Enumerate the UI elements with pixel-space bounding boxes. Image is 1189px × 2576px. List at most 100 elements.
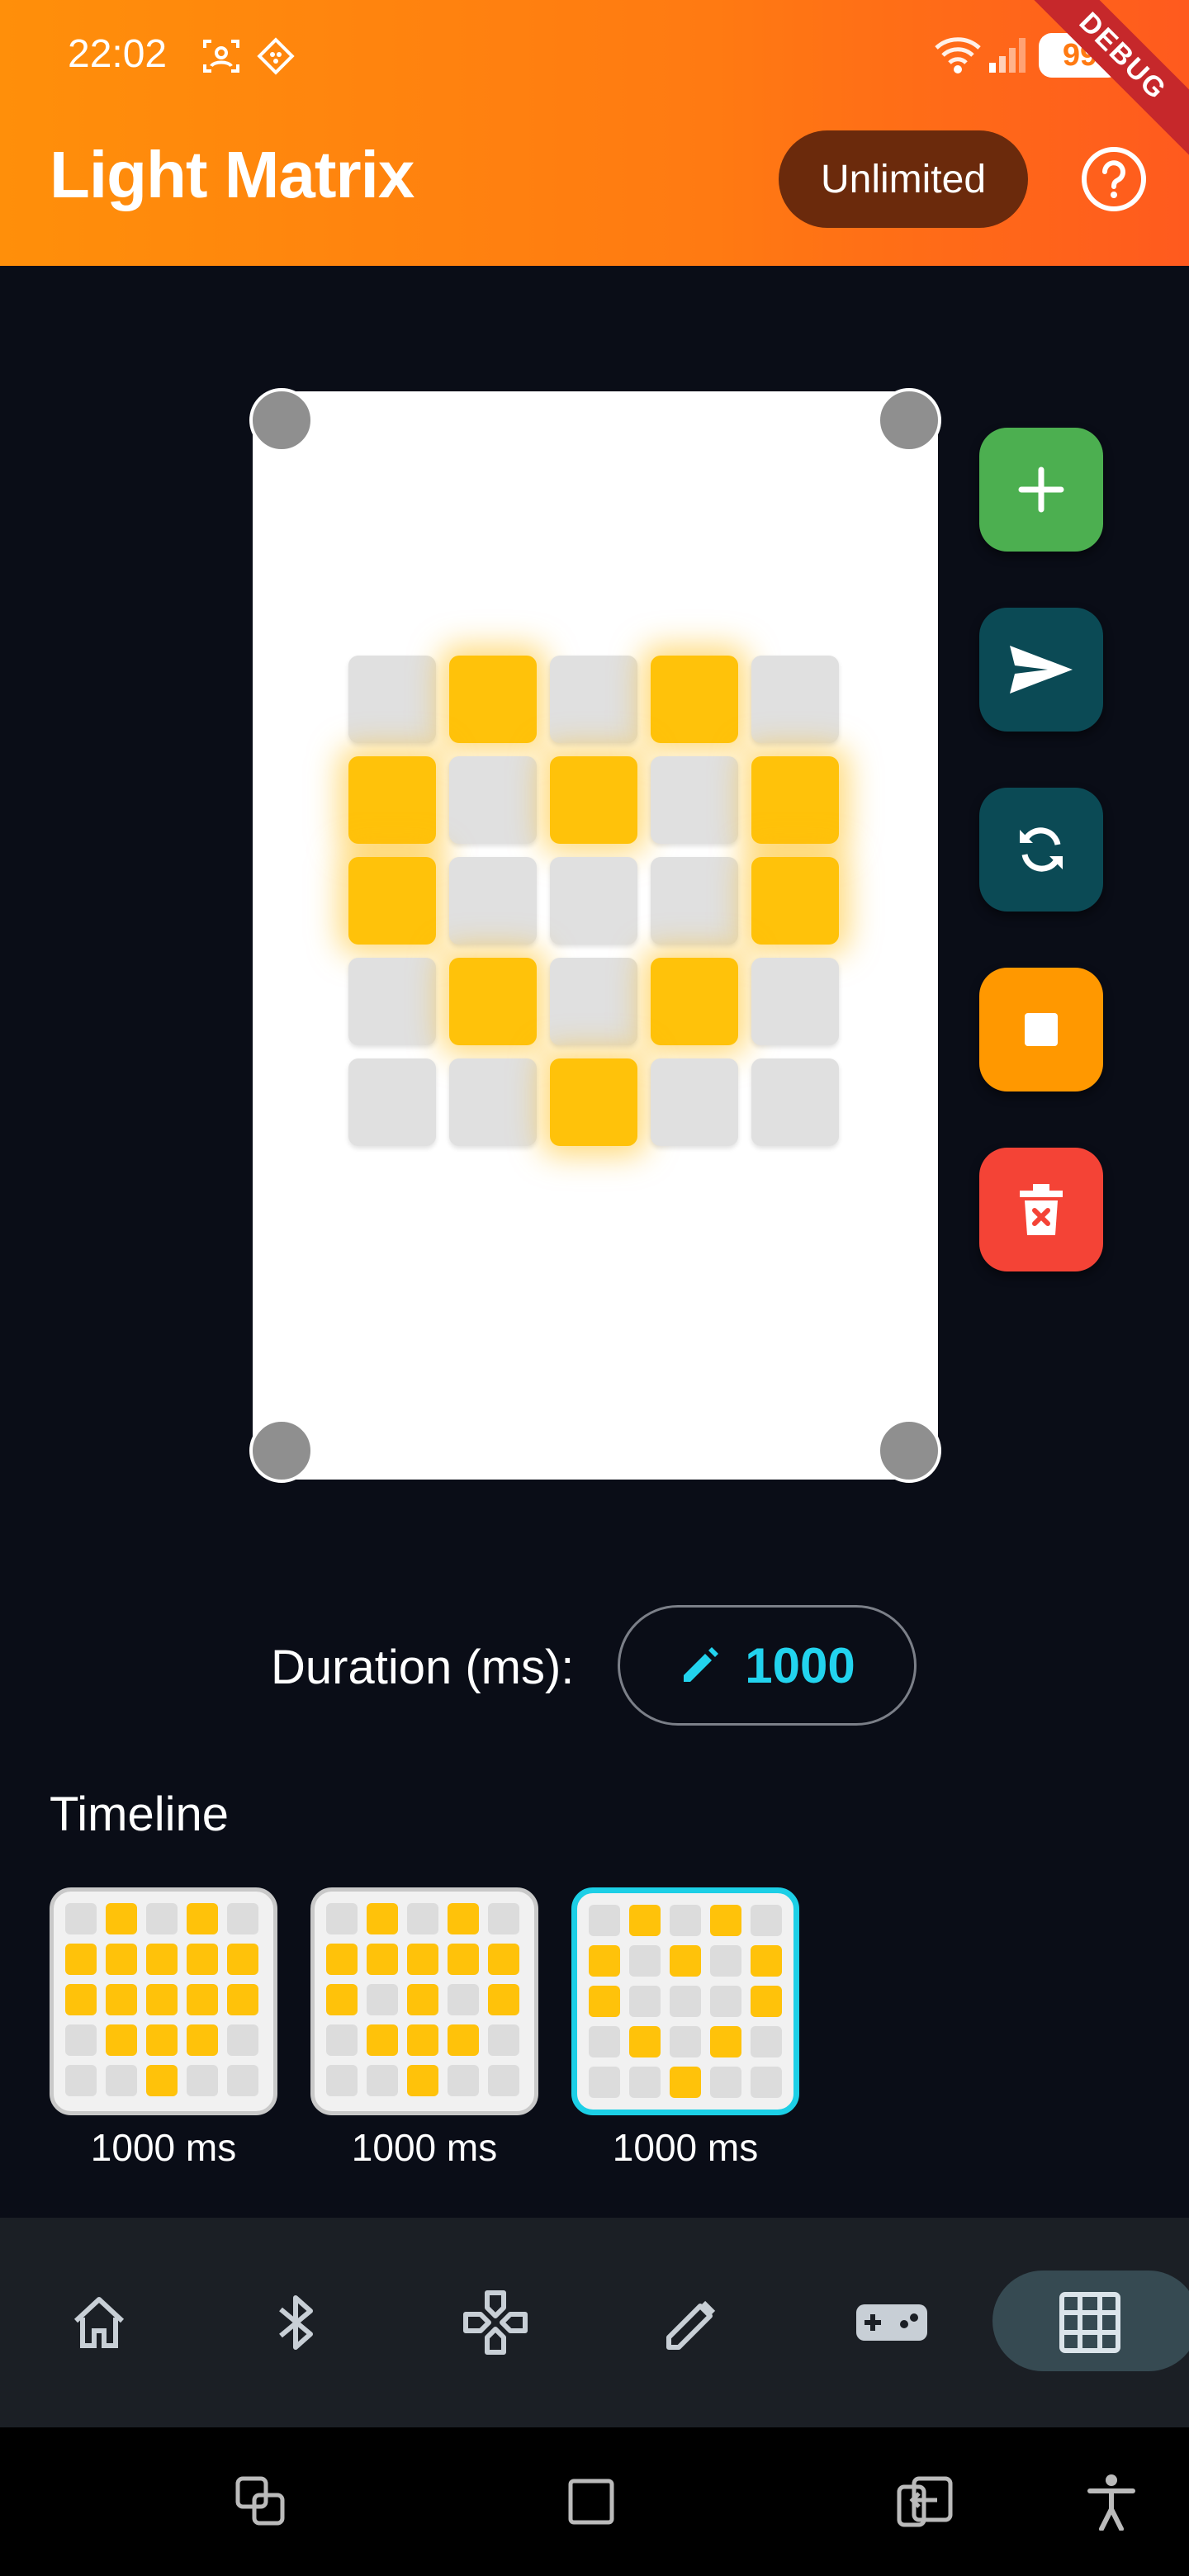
timeline-frame-2[interactable] <box>310 1887 538 2115</box>
system-home-button[interactable] <box>542 2427 641 2576</box>
timeline-title: Timeline <box>50 1788 230 1841</box>
recent-apps-icon <box>235 2476 285 2526</box>
app-header: 22:02 99 DEBUG Light Matrix Unlimited <box>0 0 1189 266</box>
frame-cell <box>326 1903 358 1934</box>
system-back-button[interactable] <box>875 2427 974 2576</box>
frame-cell <box>710 2067 741 2098</box>
frame-cell <box>326 2065 358 2096</box>
frame-cell <box>710 1905 741 1936</box>
frame-cell <box>367 1944 398 1975</box>
timeline-frame-duration: 1000 ms <box>90 2126 237 2169</box>
frame-cell <box>710 2026 741 2057</box>
led-cell-r2-c4[interactable] <box>751 857 839 945</box>
frame-cell <box>146 1984 178 2015</box>
timeline-frame-1[interactable] <box>50 1887 277 2115</box>
dpad-icon <box>463 2290 528 2355</box>
led-cell-r1-c1[interactable] <box>449 756 537 844</box>
frame-cell <box>629 1986 661 2017</box>
frame-cell <box>407 1944 438 1975</box>
delete-button[interactable] <box>979 1148 1103 1271</box>
frame-cell <box>448 1984 479 2015</box>
frame-cell <box>448 1944 479 1975</box>
led-cell-r2-c1[interactable] <box>449 857 537 945</box>
timeline-frame-duration: 1000 ms <box>351 2126 498 2169</box>
frame-cell <box>488 1903 519 1934</box>
led-cell-r3-c1[interactable] <box>449 958 537 1045</box>
frame-cell <box>106 2065 137 2096</box>
frame-cell <box>629 2067 661 2098</box>
frame-cell <box>751 2067 782 2098</box>
duration-edit-button[interactable]: 1000 <box>618 1605 917 1726</box>
frame-cell <box>589 2067 620 2098</box>
led-cell-r1-c2[interactable] <box>550 756 637 844</box>
frame-cell <box>106 1984 137 2015</box>
plan-badge[interactable]: Unlimited <box>779 130 1028 228</box>
led-cell-r0-c4[interactable] <box>751 656 839 743</box>
add-frame-button[interactable] <box>979 428 1103 552</box>
send-button[interactable] <box>979 608 1103 732</box>
led-cell-r2-c0[interactable] <box>348 857 436 945</box>
led-cell-r3-c4[interactable] <box>751 958 839 1045</box>
led-cell-r2-c2[interactable] <box>550 857 637 945</box>
frame-cell <box>629 1945 661 1977</box>
nav-dpad[interactable] <box>429 2218 561 2427</box>
frame-cell <box>106 1903 137 1934</box>
nav-matrix[interactable] <box>1024 2218 1156 2427</box>
frame-cell <box>187 1944 218 1975</box>
accessibility-button[interactable] <box>1062 2427 1161 2576</box>
frame-cell <box>407 1984 438 2015</box>
led-cell-r1-c0[interactable] <box>348 756 436 844</box>
bottom-navigation <box>0 2218 1189 2427</box>
frame-cell <box>187 1903 218 1934</box>
pencil-icon <box>684 1647 719 1682</box>
stop-button[interactable] <box>979 968 1103 1091</box>
home-icon <box>73 2297 125 2348</box>
frame-cell <box>751 1945 782 1977</box>
frame-cell <box>326 1944 358 1975</box>
system-navigation-bar <box>0 2427 1189 2576</box>
help-circle-icon[interactable] <box>1080 145 1148 213</box>
frame-cell <box>367 1984 398 2015</box>
nav-bluetooth[interactable] <box>230 2218 362 2427</box>
led-cell-r2-c3[interactable] <box>651 857 738 945</box>
frame-cell <box>448 1903 479 1934</box>
frame-cell <box>448 2024 479 2056</box>
led-cell-r0-c0[interactable] <box>348 656 436 743</box>
accessibility-icon <box>1087 2474 1135 2531</box>
nfc-icon <box>257 37 295 75</box>
frame-cell <box>751 2026 782 2057</box>
led-cell-r4-c4[interactable] <box>751 1058 839 1146</box>
send-icon <box>1010 646 1073 694</box>
timeline-frame-3[interactable] <box>571 1887 799 2115</box>
led-cell-r0-c1[interactable] <box>449 656 537 743</box>
led-cell-r4-c0[interactable] <box>348 1058 436 1146</box>
frame-cell <box>65 2065 97 2096</box>
frame-cell <box>65 2024 97 2056</box>
led-cell-r0-c2[interactable] <box>550 656 637 743</box>
frame-cell <box>367 2065 398 2096</box>
delete-icon <box>1020 1184 1063 1235</box>
led-cell-r1-c4[interactable] <box>751 756 839 844</box>
frame-cell <box>448 2065 479 2096</box>
led-cell-r3-c0[interactable] <box>348 958 436 1045</box>
frame-cell <box>407 1903 438 1934</box>
frame-cell <box>65 1903 97 1934</box>
frame-cell <box>670 1986 701 2017</box>
led-cell-r4-c1[interactable] <box>449 1058 537 1146</box>
led-cell-r3-c2[interactable] <box>550 958 637 1045</box>
nav-draw[interactable] <box>628 2218 760 2427</box>
frame-cell <box>146 2024 178 2056</box>
frame-cell <box>589 1986 620 2017</box>
frame-cell <box>65 1984 97 2015</box>
led-cell-r3-c3[interactable] <box>651 958 738 1045</box>
led-cell-r4-c2[interactable] <box>550 1058 637 1146</box>
recent-apps-button[interactable] <box>211 2427 310 2576</box>
nav-home[interactable] <box>33 2218 165 2427</box>
led-cell-r4-c3[interactable] <box>651 1058 738 1146</box>
board-corner-screw <box>249 388 314 452</box>
wifi-icon <box>935 37 981 73</box>
led-cell-r0-c3[interactable] <box>651 656 738 743</box>
loop-button[interactable] <box>979 788 1103 912</box>
led-cell-r1-c3[interactable] <box>651 756 738 844</box>
nav-gamepad[interactable] <box>826 2218 958 2427</box>
